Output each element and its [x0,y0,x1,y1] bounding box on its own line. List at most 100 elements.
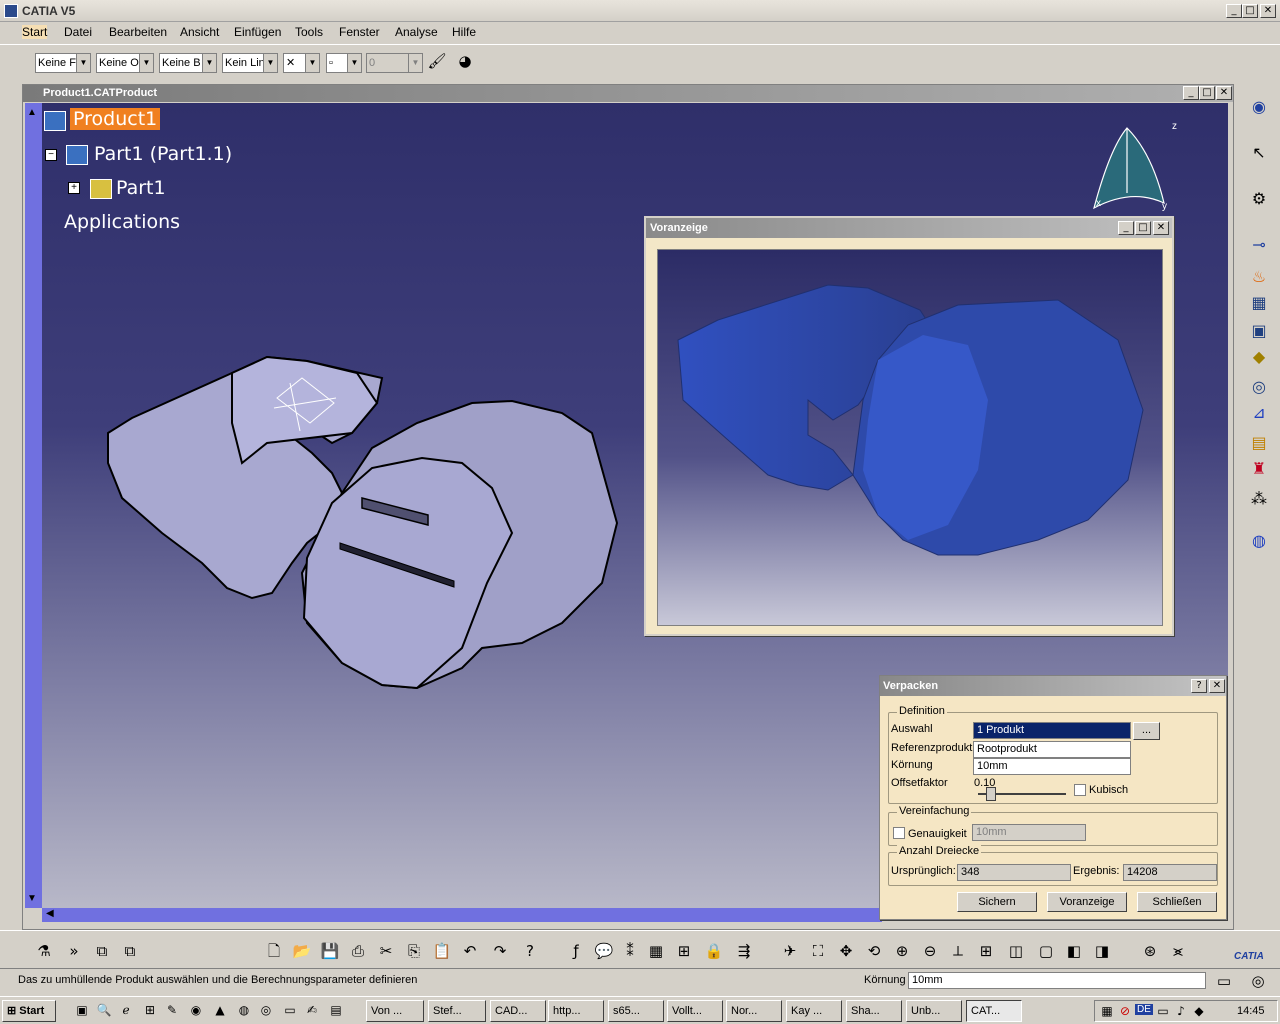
point-symbol-combo[interactable]: ✕ ▼ [283,53,320,73]
start-button[interactable]: ⊞ Start [2,1000,56,1022]
menu-bearbeiten[interactable]: Bearbeiten [109,25,167,39]
tree-node-applications[interactable]: Applications [64,211,180,233]
tree-collapse-icon[interactable]: − [45,149,57,161]
tray-shield-icon[interactable]: ◆ [1191,1003,1207,1019]
minimize-button[interactable]: _ [1226,4,1242,18]
tree-node-product1[interactable]: Product1 [70,108,161,130]
auswahl-field[interactable]: 1 Produkt [973,722,1131,739]
reorder-icon[interactable]: ⪤ [1168,941,1188,961]
normal-view-icon[interactable]: ⟂ [948,941,968,961]
tool-icon[interactable]: ♜ [1248,458,1270,480]
iso-view-icon[interactable]: ◫ [1006,941,1026,961]
task-item-5[interactable]: s65... [608,1000,664,1022]
line-type-combo[interactable]: Kein Lin ▼ [222,53,278,73]
task-item-3[interactable]: CAD... [490,1000,546,1022]
genauigkeit-field[interactable]: 10mm [972,824,1086,841]
menu-start[interactable]: Start [22,25,48,39]
layer-combo[interactable]: ▫ ▼ [326,53,362,73]
tray-language[interactable]: DE [1135,1004,1153,1015]
quicklaunch-firefox-icon[interactable]: ◉ [188,1002,204,1018]
task-item-catia[interactable]: CAT... [966,1000,1022,1022]
settings-gear-icon[interactable]: ⚙ [1248,188,1270,210]
scroll-up-icon[interactable]: ▲ [27,107,37,118]
close-button[interactable]: ✕ [1260,4,1276,18]
analysis-icon[interactable]: ◍ [1248,530,1270,552]
task-item-4[interactable]: http... [548,1000,604,1022]
menu-hilfe[interactable]: Hilfe [452,25,476,39]
menu-analyse[interactable]: Analyse [395,25,438,39]
status-koernung-field[interactable]: 10mm [908,972,1206,989]
tray-monitor-icon[interactable]: ▭ [1155,1003,1171,1019]
cut-icon[interactable]: ✂ [376,941,396,961]
swap-visible-icon[interactable]: ◨ [1092,941,1112,961]
comment-icon[interactable]: 💬 [594,941,614,961]
knowledge-icon[interactable]: ⁑ [620,941,640,961]
grid-icon[interactable]: ▦ [1248,292,1270,314]
hierarchy-icon[interactable]: ⊞ [674,941,694,961]
link-icon[interactable]: ⊸ [1248,234,1270,256]
task-item-1[interactable]: Von ... [366,1000,424,1022]
hide-show-icon[interactable]: ◧ [1064,941,1084,961]
dialog-help-button[interactable]: ? [1191,679,1207,693]
scroll-left-icon[interactable]: ◀ [46,908,54,919]
quicklaunch-desktop-icon[interactable]: ▣ [74,1002,90,1018]
paste-icon[interactable]: 📋 [432,941,452,961]
tray-antivirus-icon[interactable]: ⊘ [1117,1003,1133,1019]
whats-this-icon[interactable]: ? [520,941,540,961]
table-icon[interactable]: ▦ [646,941,666,961]
fill-color-combo[interactable]: Keine F ▼ [35,53,91,73]
catia-app-icon[interactable] [4,4,18,18]
fit-all-icon[interactable]: ⛶ [808,941,828,961]
koernung-field[interactable]: 10mm [973,758,1131,775]
pan-icon[interactable]: ✥ [836,941,856,961]
quicklaunch-chrome-icon[interactable]: ◎ [258,1002,274,1018]
tree-expand-icon[interactable]: + [68,182,80,194]
tray-network-icon[interactable]: ▦ [1099,1003,1115,1019]
copy-frames-icon[interactable]: ⧉ [92,941,112,961]
frames-icon[interactable]: ⧉ [120,941,140,961]
tree-node-part1[interactable]: Part1 [116,177,166,199]
graphic-properties-icon[interactable]: ◕ [455,51,475,71]
status-info-icon[interactable]: ◎ [1248,971,1268,991]
open-folder-icon[interactable]: 📂 [292,941,312,961]
undo-icon[interactable]: ↶ [460,941,480,961]
shape-icon[interactable]: ◆ [1248,346,1270,368]
formula-icon[interactable]: ƒ [566,941,586,961]
tray-volume-icon[interactable]: ♪ [1173,1003,1189,1019]
render-style-icon[interactable]: ▢ [1036,941,1056,961]
quicklaunch-search-icon[interactable]: 🔍 [96,1002,112,1018]
task-item-7[interactable]: Nor... [726,1000,782,1022]
horizontal-scrollbar[interactable]: ◀ [42,908,882,922]
scroll-down-icon[interactable]: ▼ [27,893,37,904]
tree-structure-icon[interactable]: ⁂ [1248,488,1270,510]
status-window-icon[interactable]: ▭ [1214,971,1234,991]
zoom-out-icon[interactable]: ⊖ [920,941,940,961]
box-icon[interactable]: ▣ [1248,320,1270,342]
save-icon[interactable]: 💾 [320,941,340,961]
offsetfaktor-slider-thumb[interactable] [985,787,996,801]
cylinder-icon[interactable]: ◎ [1248,376,1270,398]
maximize-button[interactable]: □ [1242,4,1258,18]
vertical-scrollbar[interactable]: ▲ ▼ [25,103,42,908]
menu-tools[interactable]: Tools [295,25,323,39]
menu-datei[interactable]: Datei [64,25,92,39]
sichern-button[interactable]: Sichern [957,892,1037,912]
relations-icon[interactable]: ⇶ [734,941,754,961]
lock-icon[interactable]: 🔒 [704,941,724,961]
line-thickness-combo[interactable]: Keine B ▼ [159,53,217,73]
compass-snap-icon[interactable]: ⊛ [1140,941,1160,961]
doc-close-button[interactable]: ✕ [1216,86,1232,100]
measure-icon[interactable]: ⊿ [1248,402,1270,424]
preview-viewport[interactable] [657,249,1163,626]
copy-icon[interactable]: ⎘ [404,941,424,961]
redo-icon[interactable]: ↷ [490,941,510,961]
schliessen-button[interactable]: Schließen [1137,892,1217,912]
task-item-2[interactable]: Stef... [428,1000,486,1022]
menu-einfuegen[interactable]: Einfügen [234,25,281,39]
menu-ansicht[interactable]: Ansicht [180,25,219,39]
quicklaunch-folder-icon[interactable]: ▭ [282,1002,298,1018]
quicklaunch-ie-icon[interactable]: ℯ [118,1002,134,1018]
task-item-10[interactable]: Unb... [906,1000,962,1022]
genauigkeit-checkbox[interactable] [893,827,905,839]
preview-minimize-button[interactable]: _ [1118,221,1134,235]
